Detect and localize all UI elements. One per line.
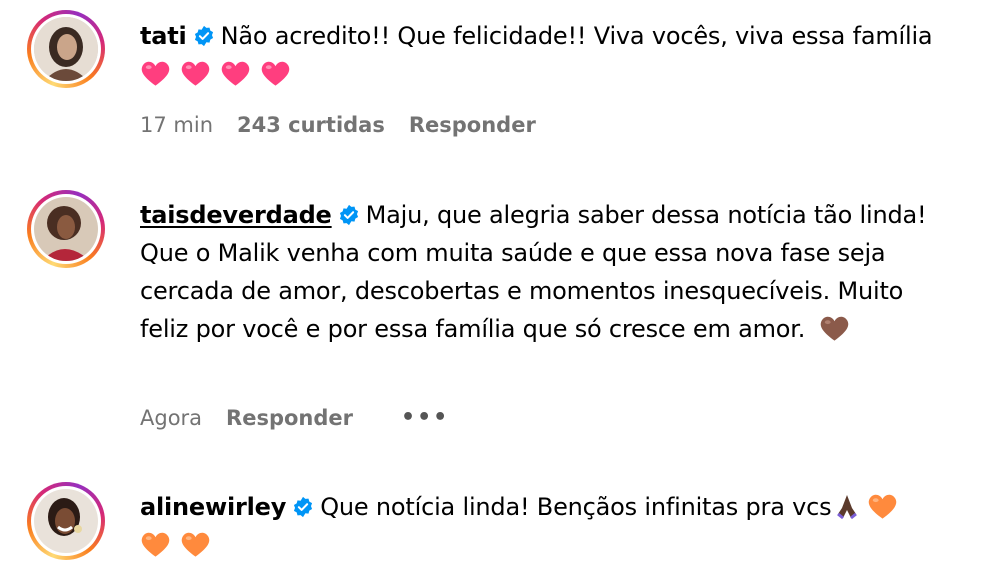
orange-heart-icon bbox=[141, 532, 170, 557]
comment-body: alinewirley Que notícia linda! Bençãos in… bbox=[140, 488, 960, 564]
avatar-ring[interactable] bbox=[27, 10, 105, 88]
comment-meta: Agora Responder ••• bbox=[140, 405, 449, 430]
comment-meta: 17 min 243 curtidas Responder bbox=[140, 113, 536, 137]
pink-heart-icon bbox=[261, 61, 290, 86]
pink-heart-icon bbox=[141, 61, 170, 86]
reply-button[interactable]: Responder bbox=[409, 113, 536, 137]
avatar bbox=[34, 197, 98, 261]
username[interactable]: taisdeverdade bbox=[140, 201, 332, 229]
pink-heart-icon bbox=[221, 61, 250, 86]
like-count[interactable]: 243 curtidas bbox=[237, 113, 385, 137]
reply-button[interactable]: Responder bbox=[226, 406, 353, 430]
comment-text: Não acredito!! Que felicidade!! Viva voc… bbox=[220, 22, 933, 50]
orange-heart-icon bbox=[181, 532, 210, 557]
avatar-ring[interactable] bbox=[27, 190, 105, 268]
orange-heart-icon bbox=[869, 494, 897, 519]
comment-text: Que notícia linda! Bençãos infinitas pra… bbox=[320, 493, 832, 521]
comment-time: Agora bbox=[140, 405, 203, 430]
verified-badge-icon bbox=[339, 204, 358, 226]
verified-badge-icon bbox=[194, 25, 213, 47]
comment-time: 17 min bbox=[140, 113, 213, 137]
comment-body: tati Não acredito!! Que felicidade!! Viva… bbox=[140, 17, 960, 93]
comment-body: taisdeverdade Maju, que alegria saber des… bbox=[140, 196, 930, 348]
avatar bbox=[34, 489, 98, 553]
username[interactable]: tati bbox=[140, 22, 187, 50]
praying-hands-icon bbox=[837, 495, 858, 520]
username[interactable]: alinewirley bbox=[140, 493, 286, 521]
pink-heart-icon bbox=[181, 61, 210, 86]
brown-heart-icon bbox=[820, 316, 848, 341]
more-options-icon[interactable]: ••• bbox=[401, 405, 449, 430]
avatar bbox=[34, 17, 98, 81]
verified-badge-icon bbox=[294, 496, 313, 518]
avatar-ring[interactable] bbox=[27, 482, 105, 560]
